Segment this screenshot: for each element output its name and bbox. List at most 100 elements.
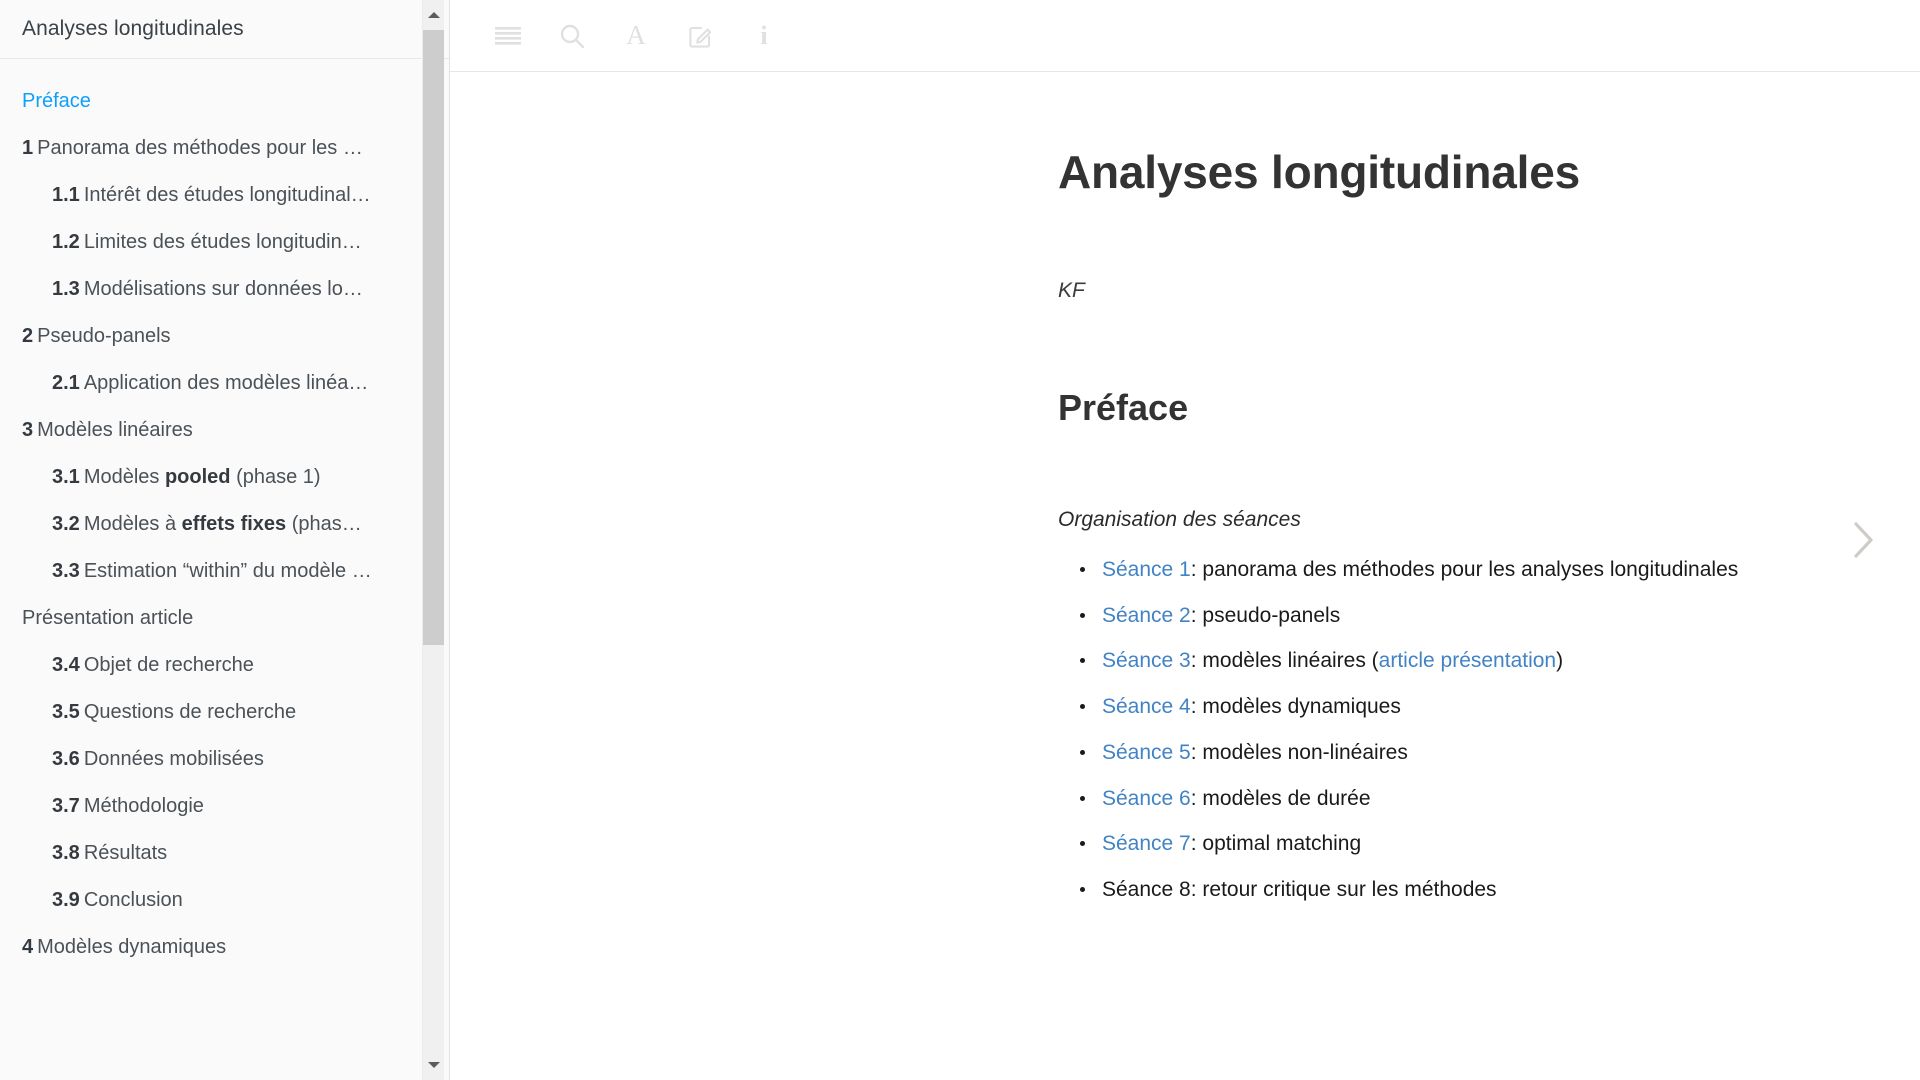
toc-number: 3.6 bbox=[52, 747, 80, 770]
toc-item: 3.7 Méthodologie bbox=[0, 782, 425, 829]
toc-number: 3.8 bbox=[52, 841, 80, 864]
seance-link[interactable]: Séance 7 bbox=[1102, 832, 1191, 855]
toc-link-3-8[interactable]: 3.8 Résultats bbox=[0, 829, 425, 876]
toc-link-pr-face[interactable]: Préface bbox=[0, 77, 425, 124]
seance-link[interactable]: Séance 2 bbox=[1102, 604, 1191, 627]
font-settings-button[interactable]: A bbox=[604, 10, 668, 62]
toolbar: A i bbox=[450, 0, 1920, 72]
page-body: Analyses longitudinales KF Préface Organ… bbox=[450, 72, 1920, 902]
scrollbar-thumb[interactable] bbox=[423, 30, 444, 645]
info-icon: i bbox=[760, 20, 768, 50]
toc-link-2[interactable]: 2 Pseudo-panels bbox=[0, 312, 425, 359]
toc-link-3-3[interactable]: 3.3 Estimation “within” du modèle … bbox=[0, 547, 425, 594]
toc-link-3-2[interactable]: 3.2 Modèles à effets fixes (phas… bbox=[0, 500, 425, 547]
toc-link-1-3[interactable]: 1.3 Modélisations sur données lo… bbox=[0, 265, 425, 312]
toc-link-3-9[interactable]: 3.9 Conclusion bbox=[0, 876, 425, 923]
toc-item: 3.8 Résultats bbox=[0, 829, 425, 876]
chevron-down-icon bbox=[427, 1062, 440, 1068]
sidebar-scrollbar[interactable] bbox=[422, 0, 444, 1080]
seance-label: Séance 8 bbox=[1102, 877, 1191, 901]
font-size-icon: A bbox=[626, 20, 646, 50]
toc-number: 3.9 bbox=[52, 888, 80, 911]
toc-item: 3.2 Modèles à effets fixes (phas… bbox=[0, 500, 425, 547]
main-content-area: A i Analyses longitudinales KF Préface O… bbox=[450, 0, 1920, 1080]
toc-item: 3.6 Données mobilisées bbox=[0, 735, 425, 782]
toc-link-pr-sentation-article[interactable]: Présentation article bbox=[0, 594, 425, 641]
chevron-right-icon bbox=[1848, 518, 1878, 562]
search-button[interactable] bbox=[540, 10, 604, 62]
toc-label: Modèles linéaires bbox=[37, 418, 193, 441]
toc-label: Préface bbox=[22, 89, 91, 112]
sidebar-header: Analyses longitudinales bbox=[0, 0, 449, 59]
toc-item: 3.9 Conclusion bbox=[0, 876, 425, 923]
seance-link[interactable]: Séance 4 bbox=[1102, 695, 1191, 718]
list-item: Séance 5: modèles non-linéaires bbox=[1080, 740, 1920, 765]
seance-description: : retour critique sur les méthodes bbox=[1190, 877, 1497, 901]
toc-label: Application des modèles linéa… bbox=[83, 371, 369, 394]
seance-description: : modèles non-linéaires bbox=[1190, 740, 1408, 764]
toc-label: Données mobilisées bbox=[83, 747, 264, 770]
scrollbar-down-arrow[interactable] bbox=[423, 1050, 444, 1080]
hamburger-menu-icon bbox=[495, 26, 521, 46]
seance-description: : modèles dynamiques bbox=[1190, 695, 1401, 719]
toc-item: 2.1 Application des modèles linéa… bbox=[0, 359, 425, 406]
toc-link-3[interactable]: 3 Modèles linéaires bbox=[0, 406, 425, 453]
toc-label: Modèles à effets fixes (phas… bbox=[83, 512, 362, 535]
seance-link[interactable]: Séance 5 bbox=[1102, 741, 1191, 764]
toc-item: 3 Modèles linéaires bbox=[0, 406, 425, 453]
list-item: Séance 8: retour critique sur les méthod… bbox=[1080, 877, 1920, 902]
toc-number: 2 bbox=[22, 324, 34, 347]
toc-number: 3.3 bbox=[52, 559, 80, 582]
scrollbar-up-arrow[interactable] bbox=[423, 0, 444, 30]
toc-label: Objet de recherche bbox=[83, 653, 254, 676]
toc-link-4[interactable]: 4 Modèles dynamiques bbox=[0, 923, 425, 970]
toc-label: Estimation “within” du modèle … bbox=[83, 559, 372, 582]
toc-number: 1.3 bbox=[52, 277, 80, 300]
toc-link-1[interactable]: 1 Panorama des méthodes pour les … bbox=[0, 124, 425, 171]
toc-label: Présentation article bbox=[22, 606, 194, 629]
toc-label: Modèles dynamiques bbox=[37, 935, 227, 958]
toc-label: Panorama des méthodes pour les … bbox=[37, 136, 363, 159]
article-presentation-link[interactable]: article présentation bbox=[1379, 649, 1556, 672]
toc-label: Modèles pooled (phase 1) bbox=[83, 465, 321, 488]
toc-item: 1.3 Modélisations sur données lo… bbox=[0, 265, 425, 312]
toggle-sidebar-button[interactable] bbox=[476, 10, 540, 62]
seance-link[interactable]: Séance 3 bbox=[1102, 649, 1191, 672]
page-title: Analyses longitudinales bbox=[1058, 146, 1580, 198]
seance-link[interactable]: Séance 6 bbox=[1102, 787, 1191, 810]
toc-link-3-1[interactable]: 3.1 Modèles pooled (phase 1) bbox=[0, 453, 425, 500]
toc-label: Pseudo-panels bbox=[37, 324, 171, 347]
seance-description: : panorama des méthodes pour les analyse… bbox=[1190, 558, 1739, 582]
toc-label-emphasis: pooled bbox=[164, 465, 231, 488]
toc-item: 3.1 Modèles pooled (phase 1) bbox=[0, 453, 425, 500]
table-of-contents[interactable]: Préface 1 Panorama des méthodes pour les …… bbox=[0, 59, 425, 1080]
toc-label: Intérêt des études longitudinal… bbox=[83, 183, 371, 206]
seance-link[interactable]: Séance 1 bbox=[1102, 558, 1191, 581]
toc-link-2-1[interactable]: 2.1 Application des modèles linéa… bbox=[0, 359, 425, 406]
toc-label: Conclusion bbox=[83, 888, 183, 911]
edit-button[interactable] bbox=[668, 10, 732, 62]
toc-item: 2 Pseudo-panels bbox=[0, 312, 425, 359]
toc-link-3-6[interactable]: 3.6 Données mobilisées bbox=[0, 735, 425, 782]
toc-link-1-2[interactable]: 1.2 Limites des études longitudin… bbox=[0, 218, 425, 265]
toc-label: Questions de recherche bbox=[83, 700, 297, 723]
toc-item: 1.2 Limites des études longitudin… bbox=[0, 218, 425, 265]
list-item: Séance 6: modèles de durée bbox=[1080, 786, 1920, 811]
toc-link-3-7[interactable]: 3.7 Méthodologie bbox=[0, 782, 425, 829]
toc-number: 3.1 bbox=[52, 465, 80, 488]
toc-link-3-5[interactable]: 3.5 Questions de recherche bbox=[0, 688, 425, 735]
book-reader-app: Analyses longitudinales Préface 1 Panorama… bbox=[0, 0, 1920, 1080]
info-button[interactable]: i bbox=[732, 10, 796, 62]
next-page-button[interactable] bbox=[1840, 517, 1886, 563]
toc-link-1-1[interactable]: 1.1 Intérêt des études longitudinal… bbox=[0, 171, 425, 218]
toc-number: 3.4 bbox=[52, 653, 80, 676]
toc-number: 1.2 bbox=[52, 230, 80, 253]
search-icon bbox=[559, 23, 585, 49]
chevron-up-icon bbox=[427, 12, 440, 18]
toc-item: 1.1 Intérêt des études longitudinal… bbox=[0, 171, 425, 218]
toc-link-3-4[interactable]: 3.4 Objet de recherche bbox=[0, 641, 425, 688]
toc-label: Limites des études longitudin… bbox=[83, 230, 362, 253]
toc-item: 4 Modèles dynamiques bbox=[0, 923, 425, 970]
toc-item: Préface bbox=[0, 77, 425, 124]
list-item: Séance 1: panorama des méthodes pour les… bbox=[1080, 557, 1920, 582]
